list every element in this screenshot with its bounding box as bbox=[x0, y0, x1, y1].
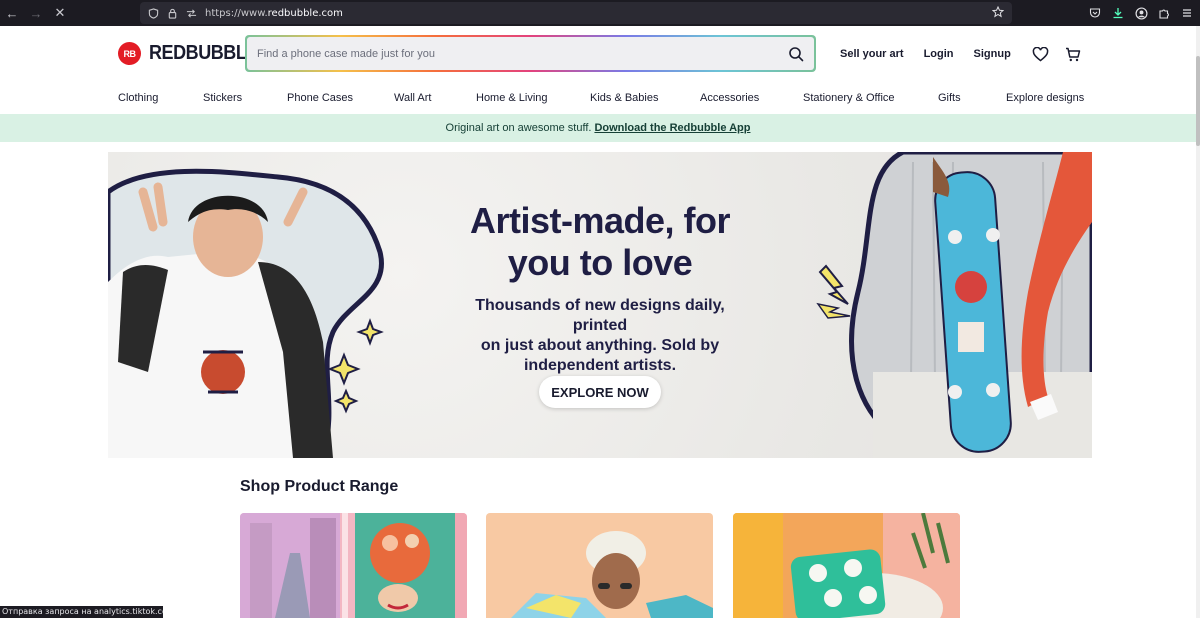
browser-status-bar: Отправка запроса на analytics.tiktok.com… bbox=[0, 606, 163, 618]
wall-art-image bbox=[240, 513, 467, 618]
hero-skateboard-image bbox=[849, 152, 1092, 458]
hero-subtitle-line-3: independent artists. bbox=[523, 357, 677, 374]
product-range-card-clothing[interactable] bbox=[486, 513, 713, 618]
lock-icon[interactable] bbox=[167, 8, 178, 19]
stop-icon[interactable]: ✕ bbox=[48, 0, 72, 26]
home-living-image bbox=[733, 513, 960, 618]
address-bar[interactable]: https://www.redbubble.com bbox=[140, 2, 1012, 24]
promo-banner: Original art on awesome stuff. Download … bbox=[0, 114, 1196, 142]
shield-icon[interactable] bbox=[148, 7, 159, 19]
hero-banner: Artist-made, for you to love Thousands o… bbox=[108, 152, 1092, 458]
logo-mark: RB bbox=[118, 42, 141, 65]
browser-toolbar: ← → ✕ https://www.redbubble.com bbox=[0, 0, 1200, 26]
menu-icon[interactable] bbox=[1180, 6, 1194, 20]
extensions-icon[interactable] bbox=[1157, 6, 1171, 20]
search-bar bbox=[245, 35, 816, 72]
nav-item-clothing[interactable]: Clothing bbox=[118, 92, 158, 104]
shop-product-range-heading: Shop Product Range bbox=[240, 478, 399, 495]
category-nav: Clothing Stickers Phone Cases Wall Art H… bbox=[0, 84, 1196, 114]
nav-item-stickers[interactable]: Stickers bbox=[203, 92, 242, 104]
url-text: https://www.redbubble.com bbox=[205, 7, 343, 19]
back-icon[interactable]: ← bbox=[0, 0, 24, 26]
logo-wordmark: REDBUBBLE bbox=[149, 42, 258, 64]
pocket-icon[interactable] bbox=[1088, 6, 1102, 20]
permissions-icon[interactable] bbox=[186, 8, 197, 19]
sparkle-stars-icon bbox=[328, 318, 384, 414]
hero-subtitle-line-2: on just about anything. Sold by bbox=[480, 337, 720, 354]
scrollbar-thumb[interactable] bbox=[1196, 56, 1200, 146]
nav-item-home-living[interactable]: Home & Living bbox=[476, 92, 548, 104]
lightning-bolt-icon bbox=[816, 264, 851, 319]
nav-item-stationery-office[interactable]: Stationery & Office bbox=[803, 92, 895, 104]
account-icon[interactable] bbox=[1134, 6, 1148, 20]
nav-item-kids-babies[interactable]: Kids & Babies bbox=[590, 92, 658, 104]
login-link[interactable]: Login bbox=[924, 48, 954, 60]
nav-item-accessories[interactable]: Accessories bbox=[700, 92, 759, 104]
hero-subtitle-line-1: Thousands of new designs daily, printed bbox=[475, 297, 725, 334]
search-icon[interactable] bbox=[788, 46, 804, 62]
clothing-image bbox=[486, 513, 713, 618]
download-icon[interactable] bbox=[1111, 6, 1125, 20]
hero-title: Artist-made, for you to love bbox=[438, 200, 762, 284]
hero-title-line-1: Artist-made, for bbox=[469, 200, 731, 241]
heart-icon[interactable] bbox=[1031, 46, 1051, 62]
nav-item-explore-designs[interactable]: Explore designs bbox=[1006, 92, 1084, 104]
product-range-card-wall-art[interactable] bbox=[240, 513, 467, 618]
sell-your-art-link[interactable]: Sell your art bbox=[840, 48, 904, 60]
nav-item-wall-art[interactable]: Wall Art bbox=[394, 92, 432, 104]
cart-icon[interactable] bbox=[1063, 46, 1083, 62]
site-header: RB REDBUBBLE Sell your art Login Signup bbox=[0, 26, 1196, 84]
hero-title-line-2: you to love bbox=[507, 242, 693, 283]
nav-item-gifts[interactable]: Gifts bbox=[938, 92, 961, 104]
bookmark-star-icon[interactable] bbox=[992, 6, 1004, 18]
nav-item-phone-cases[interactable]: Phone Cases bbox=[287, 92, 353, 104]
product-range-card-home-living[interactable] bbox=[733, 513, 960, 618]
forward-icon[interactable]: → bbox=[24, 0, 48, 26]
page-scrollbar[interactable] bbox=[1196, 26, 1200, 618]
signup-link[interactable]: Signup bbox=[974, 48, 1011, 60]
promo-text: Original art on awesome stuff. bbox=[445, 122, 592, 134]
search-input[interactable] bbox=[257, 47, 737, 60]
download-app-link[interactable]: Download the Redbubble App bbox=[594, 122, 750, 134]
explore-now-button[interactable]: EXPLORE NOW bbox=[539, 376, 661, 408]
hero-subtitle: Thousands of new designs daily, printed … bbox=[448, 296, 752, 376]
